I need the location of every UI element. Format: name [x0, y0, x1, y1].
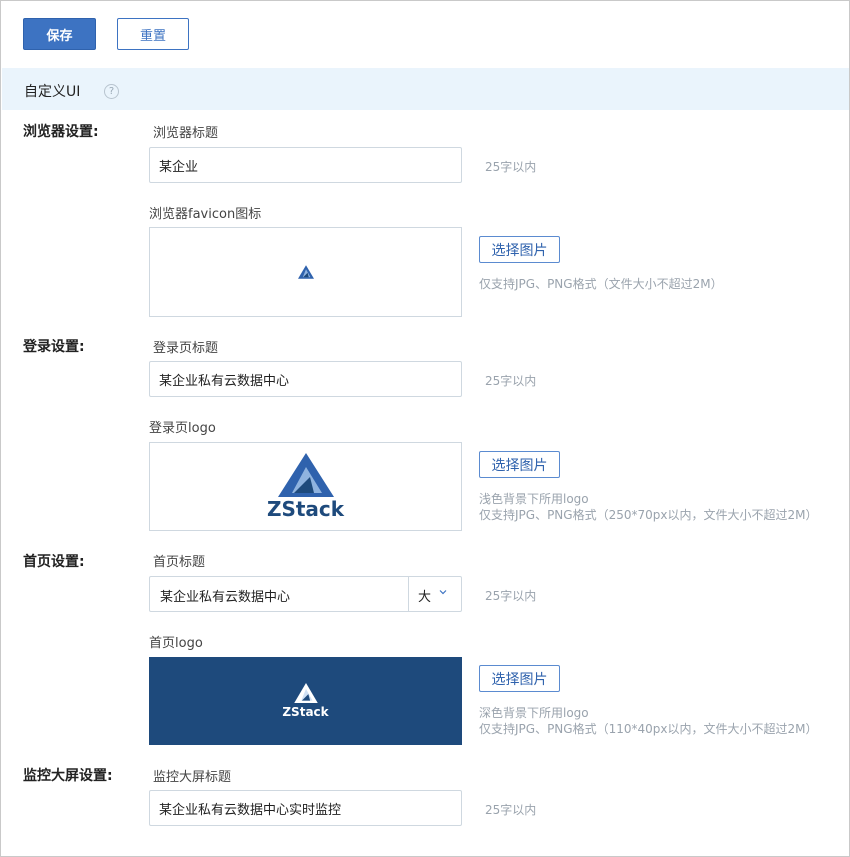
login-logo-preview: ZStack [149, 442, 462, 531]
save-button[interactable]: 保存 [23, 18, 96, 50]
home-title-hint: 25字以内 [485, 589, 537, 603]
home-title-size-select[interactable]: 大 [418, 586, 431, 605]
home-logo-preview: ZStack [149, 657, 462, 745]
login-logo-label: 登录页logo [149, 421, 216, 436]
chevron-down-icon[interactable] [438, 587, 448, 597]
login-settings-label: 登录设置: [23, 339, 85, 355]
login-logo-note-2: 仅支持JPG、PNG格式（250*70px以内，文件大小不超过2M） [479, 508, 818, 522]
browser-title-input[interactable]: 某企业 [149, 147, 462, 183]
home-logo-text: ZStack [282, 705, 329, 719]
login-title-input[interactable]: 某企业私有云数据中心 [149, 361, 462, 397]
monitor-settings-label: 监控大屏设置: [23, 768, 113, 784]
page-frame: 保存 重置 自定义UI ? 浏览器设置: 浏览器标题 某企业 25字以内 浏览器… [0, 0, 850, 857]
help-icon[interactable]: ? [104, 84, 119, 99]
home-choose-image-button[interactable]: 选择图片 [479, 665, 560, 692]
browser-choose-image-button[interactable]: 选择图片 [479, 236, 560, 263]
monitor-title-hint: 25字以内 [485, 803, 537, 817]
home-title-label: 首页标题 [153, 555, 206, 570]
browser-favicon-note: 仅支持JPG、PNG格式（文件大小不超过2M） [479, 277, 723, 291]
monitor-title-input[interactable]: 某企业私有云数据中心实时监控 [149, 790, 462, 826]
zstack-logo-icon [297, 265, 314, 279]
monitor-title-label: 监控大屏标题 [153, 770, 232, 785]
favicon-preview [149, 227, 462, 317]
login-logo-note-1: 浅色背景下所用logo [479, 492, 589, 506]
browser-title-label: 浏览器标题 [153, 126, 219, 141]
login-title-label: 登录页标题 [153, 341, 219, 356]
browser-favicon-label: 浏览器favicon图标 [149, 207, 262, 222]
home-settings-label: 首页设置: [23, 554, 85, 570]
section-header [2, 68, 849, 110]
login-choose-image-button[interactable]: 选择图片 [479, 451, 560, 478]
home-logo-label: 首页logo [149, 636, 203, 651]
reset-button[interactable]: 重置 [117, 18, 189, 50]
login-title-hint: 25字以内 [485, 374, 537, 388]
zstack-logo-icon [293, 683, 318, 703]
home-title-divider [408, 577, 409, 611]
browser-settings-label: 浏览器设置: [23, 124, 99, 140]
zstack-logo-icon [277, 453, 334, 497]
home-logo-note-1: 深色背景下所用logo [479, 706, 589, 720]
home-logo-note-2: 仅支持JPG、PNG格式（110*40px以内，文件大小不超过2M） [479, 722, 818, 736]
browser-title-hint: 25字以内 [485, 160, 537, 174]
section-title: 自定义UI [24, 84, 81, 100]
home-title-value: 某企业私有云数据中心 [160, 590, 291, 605]
login-logo-text: ZStack [266, 497, 345, 521]
